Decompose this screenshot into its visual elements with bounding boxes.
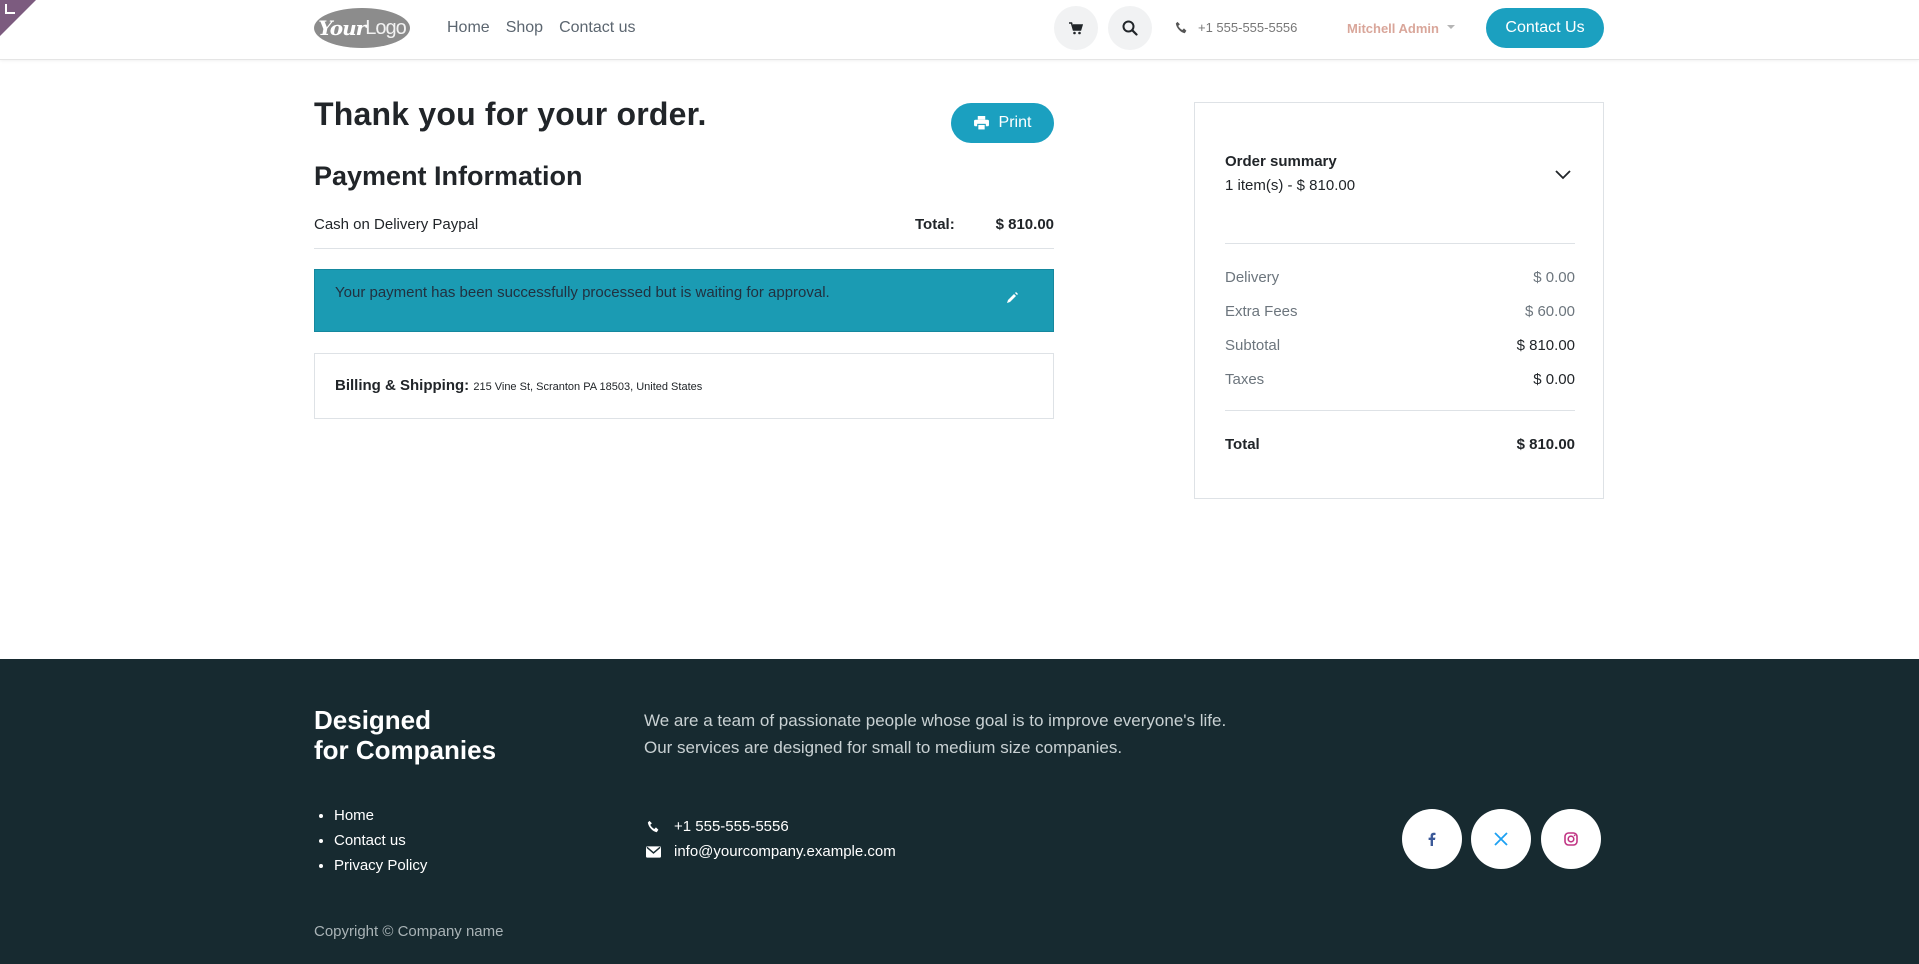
summary-row-total: Total $ 810.00 [1225,436,1575,453]
alert-text: Your payment has been successfully proce… [335,284,830,301]
footer-phone[interactable]: +1 555-555-5556 [644,814,896,839]
print-button[interactable]: Print [951,103,1054,143]
facebook-button[interactable] [1402,809,1462,869]
footer-email[interactable]: info@yourcompany.example.com [644,839,896,864]
summary-label: Subtotal [1225,337,1281,354]
billing-address: 215 Vine St, Scranton PA 18503, United S… [473,381,703,393]
summary-total-label: Total [1225,436,1260,453]
order-summary-title: Order summary [1225,153,1337,170]
summary-row-taxes: Taxes $ 0.00 [1225,371,1575,388]
payment-total-label: Total: [915,216,955,233]
billing-label: Billing & Shipping: [335,377,470,394]
contact-us-button[interactable]: Contact Us [1486,8,1604,48]
site-footer: Designed for Companies We are a team of … [0,659,1919,964]
corner-mark-icon [5,4,15,14]
instagram-button[interactable] [1541,809,1601,869]
footer-text-line1: We are a team of passionate people whose… [644,711,1227,730]
logo-text-bold: Your [318,16,366,40]
footer-contact: +1 555-555-5556 info@yourcompany.example… [644,814,896,864]
payment-heading: Payment Information [314,161,583,191]
footer-link-home[interactable]: Home [334,803,427,828]
nav-home[interactable]: Home [447,19,490,37]
x-icon [1494,832,1508,846]
summary-value: $ 60.00 [1524,303,1575,320]
order-summary-card: Order summary 1 item(s) - $ 810.00 Deliv… [1194,102,1604,499]
footer-title: Designed for Companies [314,705,496,765]
summary-row-subtotal: Subtotal $ 810.00 [1225,337,1575,354]
phone-icon [1175,21,1187,34]
printer-icon [973,116,989,130]
chevron-down-icon[interactable] [1554,165,1572,183]
cart-button[interactable] [1054,6,1098,50]
header-phone[interactable]: +1 555-555-5556 [1175,20,1297,35]
search-icon [1122,20,1138,36]
facebook-icon [1428,832,1436,846]
summary-divider [1225,410,1575,411]
footer-title-line1: Designed [314,705,432,735]
summary-value: $ 0.00 [1533,371,1575,388]
header-phone-number: +1 555-555-5556 [1198,20,1298,35]
footer-title-line2: for Companies [314,735,497,765]
instagram-icon [1564,832,1578,846]
footer-phone-number: +1 555-555-5556 [674,818,789,835]
footer-link-contact-us[interactable]: Contact us [334,828,427,853]
summary-row-extra-fees: Extra Fees $ 60.00 [1225,303,1575,320]
phone-icon [647,820,658,833]
footer-links: Home Contact us Privacy Policy [334,803,427,878]
summary-label: Delivery [1225,269,1280,286]
user-menu[interactable]: Mitchell Admin [1347,21,1455,36]
footer-text-line2: Our services are designed for small to m… [644,738,1123,757]
caret-down-icon [1446,24,1455,29]
summary-value: $ 0.00 [1533,269,1575,286]
summary-label: Taxes [1225,371,1265,388]
footer-email-address: info@yourcompany.example.com [674,843,896,860]
user-name: Mitchell Admin [1347,21,1439,36]
logo-text-light: Logo [365,16,406,39]
copyright: Copyright © Company name [314,923,504,940]
main-nav: Home Shop Contact us [447,19,636,37]
nav-shop[interactable]: Shop [506,19,543,37]
cart-icon [1069,21,1083,34]
summary-row-delivery: Delivery $ 0.00 [1225,269,1575,286]
nav-contact-us[interactable]: Contact us [559,19,635,37]
payment-total-value: $ 810.00 [995,216,1054,233]
logo[interactable]: Your Logo [314,8,410,48]
x-twitter-button[interactable] [1471,809,1531,869]
print-label: Print [998,114,1032,131]
page-title: Thank you for your order. [314,96,707,132]
order-summary-items: 1 item(s) - $ 810.00 [1225,177,1356,194]
footer-description: We are a team of passionate people whose… [644,707,1226,761]
search-button[interactable] [1108,6,1152,50]
billing-shipping-card: Billing & Shipping: 215 Vine St, Scranto… [314,353,1054,419]
summary-divider [1225,243,1575,244]
summary-value: $ 810.00 [1516,337,1575,354]
site-header: Your Logo Home Shop Contact us +1 555-555… [0,0,1919,60]
footer-link-privacy-policy[interactable]: Privacy Policy [334,853,427,878]
summary-total-value: $ 810.00 [1516,436,1575,453]
summary-label: Extra Fees [1225,303,1298,320]
pencil-icon[interactable] [1005,291,1019,305]
envelope-icon [645,845,661,858]
divider [314,248,1054,249]
payment-status-alert: Your payment has been successfully proce… [314,269,1054,332]
